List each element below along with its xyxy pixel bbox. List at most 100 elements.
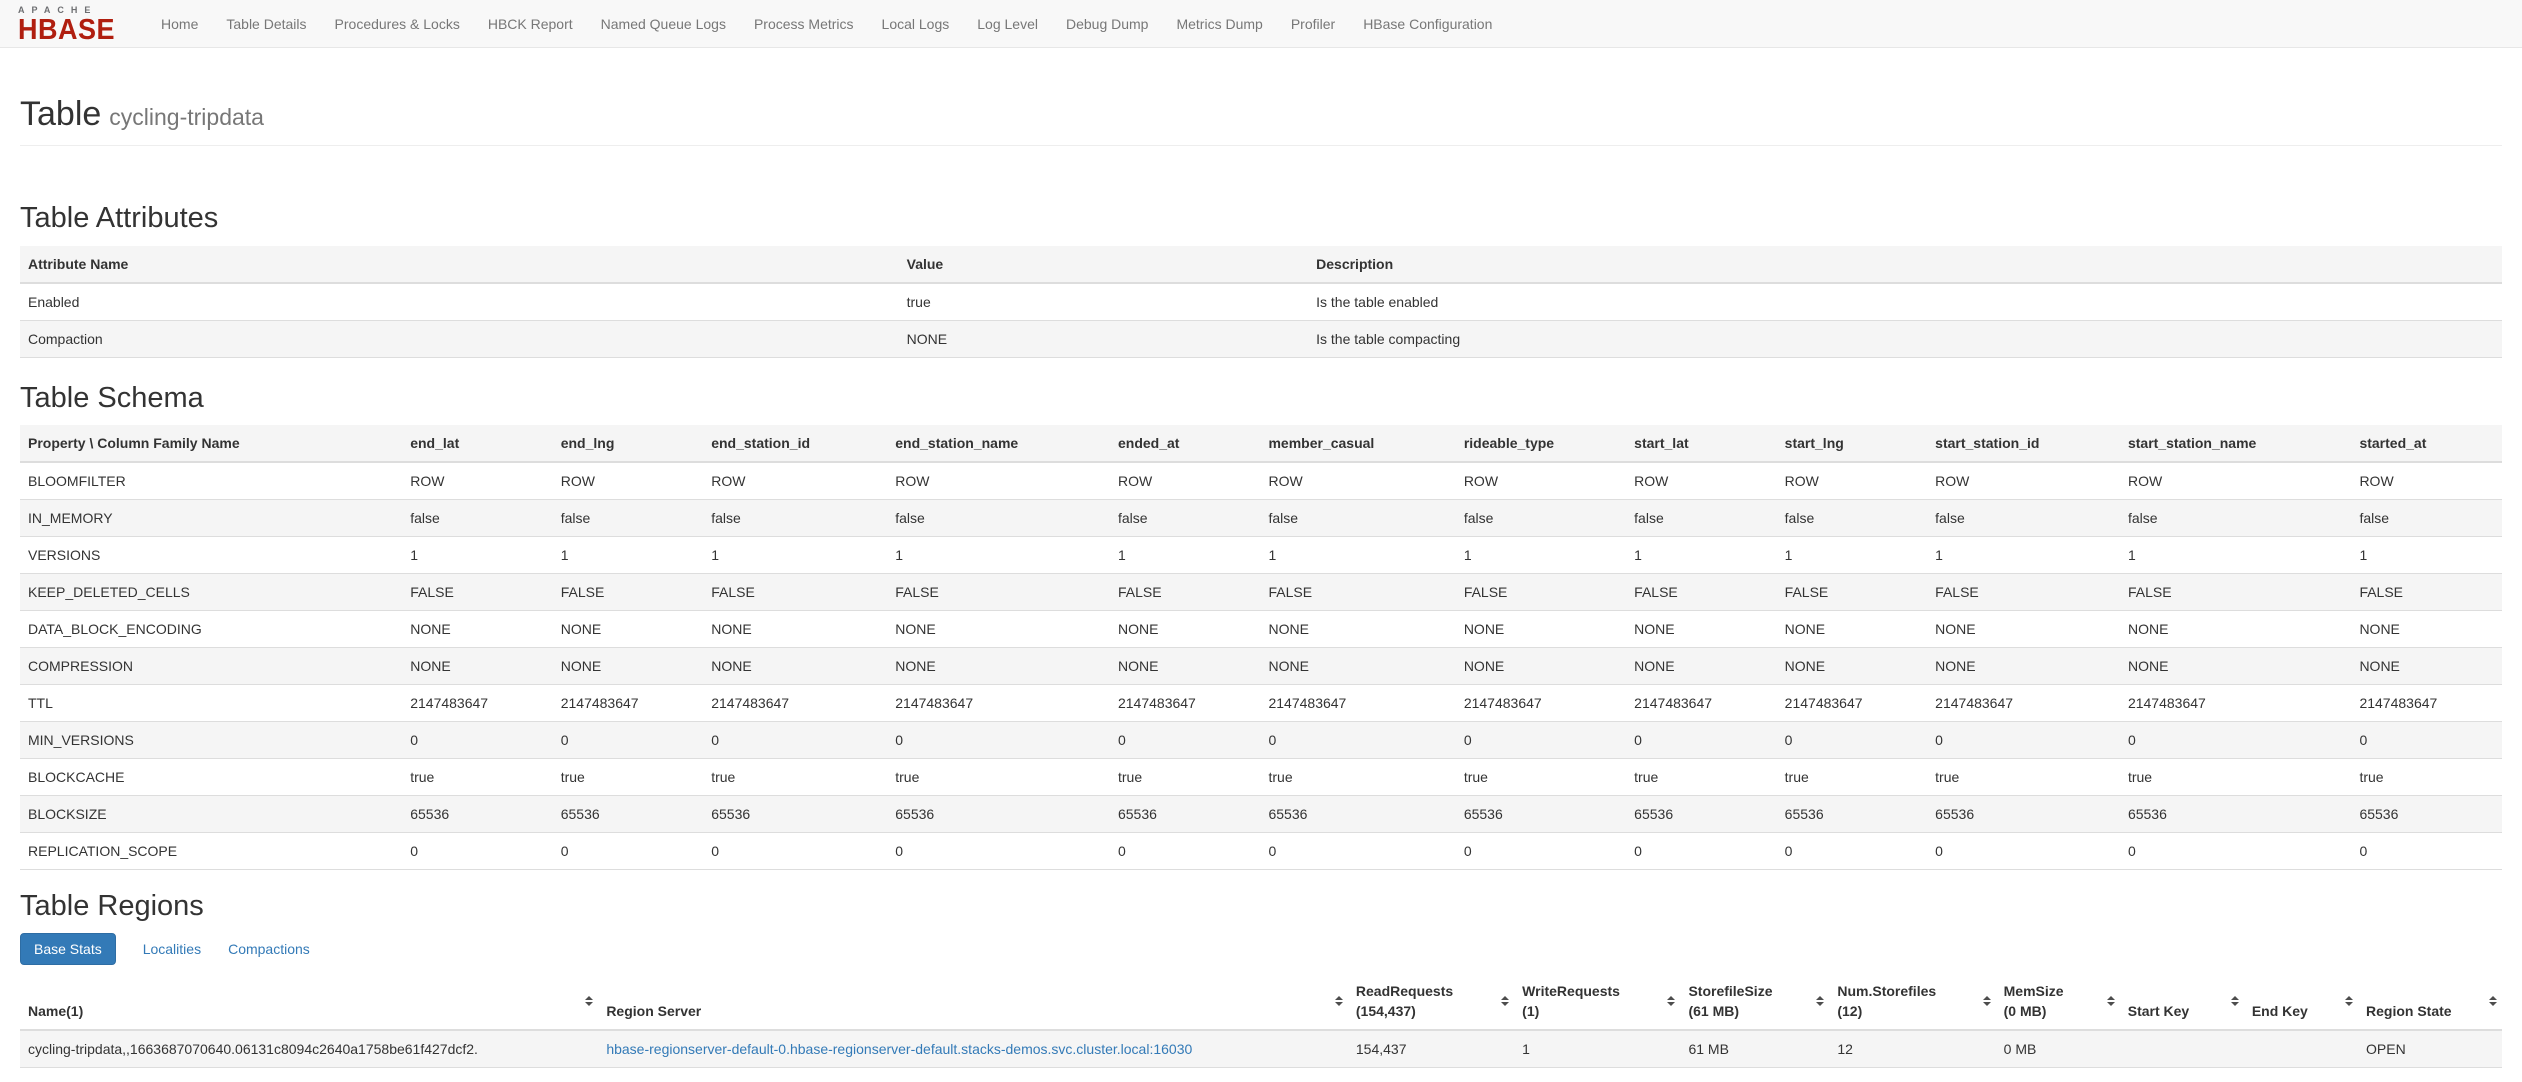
schema-value-cell: 1 [1626, 536, 1777, 574]
region-server-cell: hbase-regionserver-default-0.hbase-regio… [598, 1029, 1348, 1069]
sort-icon[interactable] [2106, 996, 2115, 1007]
schema-value-cell: true [552, 758, 704, 796]
schema-value-cell: false [2119, 499, 2352, 537]
hbase-logo[interactable]: APACHE HBASE [0, 0, 125, 47]
tab-localities[interactable]: Localities [143, 941, 201, 957]
schema-value-cell: false [1927, 499, 2120, 537]
regions-column-header-start-key[interactable]: Start Key [2119, 973, 2244, 1032]
sort-icon[interactable] [2230, 996, 2239, 1007]
attributes-column-header-attribute-name: Attribute Name [20, 245, 899, 284]
schema-value-cell: NONE [552, 610, 704, 648]
sort-icon[interactable] [585, 996, 594, 1007]
regions-column-sublabel: (1) [1522, 1003, 1540, 1020]
regions-column-header-memsize[interactable]: MemSize (0 MB) [1995, 973, 2120, 1032]
nav-link-procedures-locks[interactable]: Procedures & Locks [321, 0, 474, 48]
schema-value-cell: 0 [1455, 721, 1627, 759]
tab-base-stats[interactable]: Base Stats [20, 933, 116, 966]
nav-link-table-details[interactable]: Table Details [212, 0, 320, 48]
schema-value-cell: 2147483647 [1626, 684, 1777, 722]
schema-row-versions: VERSIONS 1 1 1 1 1 1 1 1 1 1 1 1 [20, 536, 2502, 574]
regions-column-header-readrequests[interactable]: ReadRequests (154,437) [1347, 973, 1515, 1032]
schema-value-cell: 0 [1260, 721, 1456, 759]
schema-corner-header: Property \ Column Family Name [20, 425, 403, 464]
schema-family-header-end-lat: end_lat [402, 425, 553, 464]
schema-value-cell: 1 [1455, 536, 1627, 574]
schema-property-cell: DATA_BLOCK_ENCODING [20, 610, 403, 648]
nav-link-named-queue-logs[interactable]: Named Queue Logs [587, 0, 740, 48]
regions-column-header-num-storefiles[interactable]: Num.Storefiles (12) [1829, 973, 1996, 1032]
table-schema-section: Table Schema Property \ Column Family Na… [20, 382, 2502, 871]
regions-column-header-region-state[interactable]: Region State [2358, 973, 2502, 1032]
logo-hbase-text: HBASE [18, 13, 116, 46]
regions-table-body: cycling-tripdata,,1663687070640.06131c80… [20, 1029, 2502, 1069]
nav-item-hbase-configuration: HBase Configuration [1349, 0, 1506, 47]
region-server-link[interactable]: hbase-regionserver-default-0.hbase-regio… [606, 1041, 1192, 1057]
nav-link-debug-dump[interactable]: Debug Dump [1052, 0, 1163, 48]
schema-table-body: BLOOMFILTER ROW ROW ROW ROW ROW ROW ROW ROW ROW RO… [20, 461, 2502, 871]
nav-link-local-logs[interactable]: Local Logs [868, 0, 964, 48]
regions-column-header-storefilesize[interactable]: StorefileSize (61 MB) [1680, 973, 1830, 1032]
schema-value-cell: 0 [2119, 832, 2352, 871]
nav-link-hbase-configuration[interactable]: HBase Configuration [1349, 0, 1506, 48]
sort-up-arrow [2345, 996, 2353, 1001]
schema-value-cell: FALSE [703, 573, 888, 611]
region-state-cell: OPEN [2358, 1029, 2502, 1069]
schema-table-head: Property \ Column Family Name end_lat end_… [20, 425, 2502, 464]
nav-link-log-level[interactable]: Log Level [963, 0, 1052, 48]
schema-family-header-started-at: started_at [2351, 425, 2502, 464]
sort-icon[interactable] [1816, 996, 1825, 1007]
region-end-key-cell [2243, 1029, 2358, 1069]
nav-link-hbck-report[interactable]: HBCK Report [474, 0, 587, 48]
region-write-requests-cell: 1 [1514, 1029, 1681, 1069]
schema-value-cell: 65536 [1455, 795, 1627, 833]
regions-column-header-name-1[interactable]: Name(1) [20, 973, 599, 1032]
schema-property-cell: IN_MEMORY [20, 499, 403, 537]
sort-icon[interactable] [1334, 996, 1343, 1007]
nav-link-profiler[interactable]: Profiler [1277, 0, 1349, 48]
schema-value-cell: 0 [402, 832, 553, 871]
schema-value-cell: false [402, 499, 553, 537]
tab-compactions[interactable]: Compactions [228, 941, 310, 957]
regions-column-label: Start Key [2127, 1003, 2190, 1020]
nav-link-home[interactable]: Home [147, 0, 212, 48]
schema-family-header-member-casual: member_casual [1260, 425, 1456, 464]
schema-value-cell: 2147483647 [1776, 684, 1928, 722]
regions-column-label: Region Server [606, 1003, 702, 1020]
sort-icon[interactable] [1667, 996, 1676, 1007]
schema-value-cell: 0 [552, 832, 704, 871]
schema-property-cell: KEEP_DELETED_CELLS [20, 573, 403, 611]
schema-value-cell: 0 [703, 832, 888, 871]
attributes-column-header-value: Value [898, 245, 1309, 284]
schema-value-cell: true [703, 758, 888, 796]
sort-down-arrow [1667, 1002, 1676, 1007]
schema-row-blockcache: BLOCKCACHE true true true true true true true tr… [20, 758, 2502, 796]
regions-column-header-writerequests[interactable]: WriteRequests (1) [1514, 973, 1681, 1032]
sort-icon[interactable] [2345, 996, 2353, 1007]
schema-property-cell: VERSIONS [20, 536, 403, 574]
schema-value-cell: true [2119, 758, 2352, 796]
sort-icon[interactable] [1501, 996, 1510, 1007]
schema-value-cell: 1 [2119, 536, 2352, 574]
schema-row-bloomfilter: BLOOMFILTER ROW ROW ROW ROW ROW ROW ROW ROW ROW RO… [20, 461, 2502, 500]
nav-link-process-metrics[interactable]: Process Metrics [740, 0, 868, 48]
regions-column-header-end-key[interactable]: End Key [2243, 973, 2358, 1032]
regions-column-sublabel: (0 MB) [2003, 1003, 2047, 1020]
schema-value-cell: true [402, 758, 553, 796]
schema-value-cell: true [887, 758, 1110, 796]
sort-icon[interactable] [1982, 996, 1991, 1007]
table-attributes-section: Table Attributes Attribute Name Value Desc… [20, 202, 2502, 358]
schema-value-cell: NONE [2351, 610, 2502, 648]
regions-column-label: StorefileSize [1688, 983, 1773, 1000]
nav-item-profiler: Profiler [1277, 0, 1349, 47]
sort-down-arrow [1816, 1002, 1825, 1007]
nav-link-metrics-dump[interactable]: Metrics Dump [1162, 0, 1276, 48]
schema-value-cell: 0 [1455, 832, 1627, 871]
nav-item-process-metrics: Process Metrics [740, 0, 868, 47]
region-name-cell: cycling-tripdata,,1663687070640.06131c80… [20, 1029, 599, 1069]
attributes-column-header-description: Description [1308, 245, 2502, 284]
sort-icon[interactable] [2489, 996, 2497, 1007]
schema-value-cell: 65536 [2119, 795, 2352, 833]
schema-value-cell: ROW [402, 461, 553, 500]
schema-value-cell: 0 [887, 721, 1110, 759]
regions-column-header-region-server[interactable]: Region Server [598, 973, 1348, 1032]
